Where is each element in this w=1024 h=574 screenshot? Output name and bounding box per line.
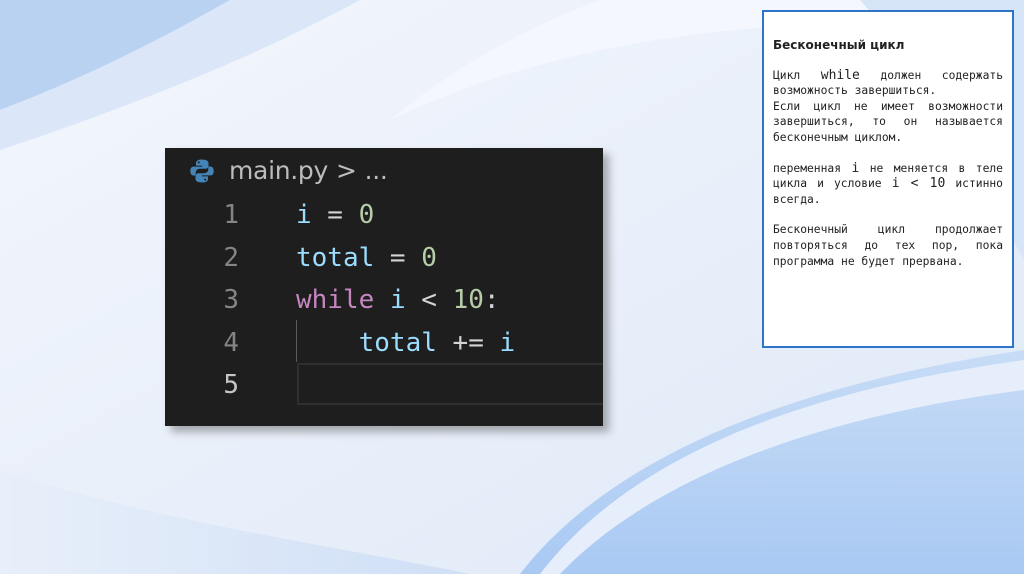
code-token: while	[296, 285, 375, 315]
code-token: <	[405, 285, 453, 315]
line-number: 1	[223, 200, 239, 230]
note-paragraph-4: Бесконечный цикл продолжает повторяться …	[773, 223, 1003, 268]
code-token: total	[358, 327, 437, 358]
explanation-note: Бесконечный цикл Цикл while должен содер…	[762, 10, 1014, 348]
code-token: 10	[452, 285, 484, 315]
code-text: while i < 10:	[296, 279, 500, 321]
note-paragraph-2: Если цикл не имеет возможности завершить…	[773, 99, 1003, 144]
code-editor-screenshot: main.py >... 1 i = 0 2 total = 0 3 while i < 1…	[165, 148, 603, 426]
code-token: +=	[436, 327, 500, 358]
file-name[interactable]: main.py	[229, 156, 328, 185]
code-token: =	[374, 242, 422, 273]
code-token: i	[499, 327, 516, 358]
line-number: 5	[223, 370, 239, 400]
note-paragraph-3: переменная i не меняется в теле цикла и …	[773, 160, 1003, 206]
code-token: i	[389, 285, 406, 315]
code-line-5[interactable]: 5	[165, 364, 603, 406]
line-number: 2	[223, 242, 239, 273]
code-token: =	[311, 200, 359, 230]
editor-breadcrumb: main.py >...	[165, 148, 603, 196]
code-token: 0	[358, 200, 375, 230]
code-text: total = 0	[296, 237, 437, 279]
chevron-right-icon: >	[335, 156, 357, 185]
code-line-2[interactable]: 2 total = 0	[165, 237, 603, 279]
code-line-4[interactable]: 4 total += i	[165, 322, 603, 364]
code-line-1[interactable]: 1 i = 0	[165, 194, 603, 236]
python-icon	[190, 159, 214, 183]
line-number: 3	[223, 285, 239, 315]
line-number: 4	[223, 327, 239, 358]
note-title: Бесконечный цикл	[773, 38, 905, 52]
breadcrumb-more[interactable]: ...	[365, 156, 388, 185]
code-text: total += i	[296, 322, 516, 364]
code-line-3[interactable]: 3 while i < 10:	[165, 279, 603, 321]
inline-code-condition: i < 10	[891, 176, 946, 192]
code-token: total	[296, 242, 375, 273]
code-token: :	[483, 285, 500, 315]
note-paragraph-1: Цикл while должен содержать возможность …	[773, 67, 1003, 98]
code-token: 0	[421, 242, 437, 273]
code-text: i = 0	[296, 194, 374, 236]
code-token: i	[296, 200, 312, 230]
inline-code-while: while	[820, 67, 860, 83]
